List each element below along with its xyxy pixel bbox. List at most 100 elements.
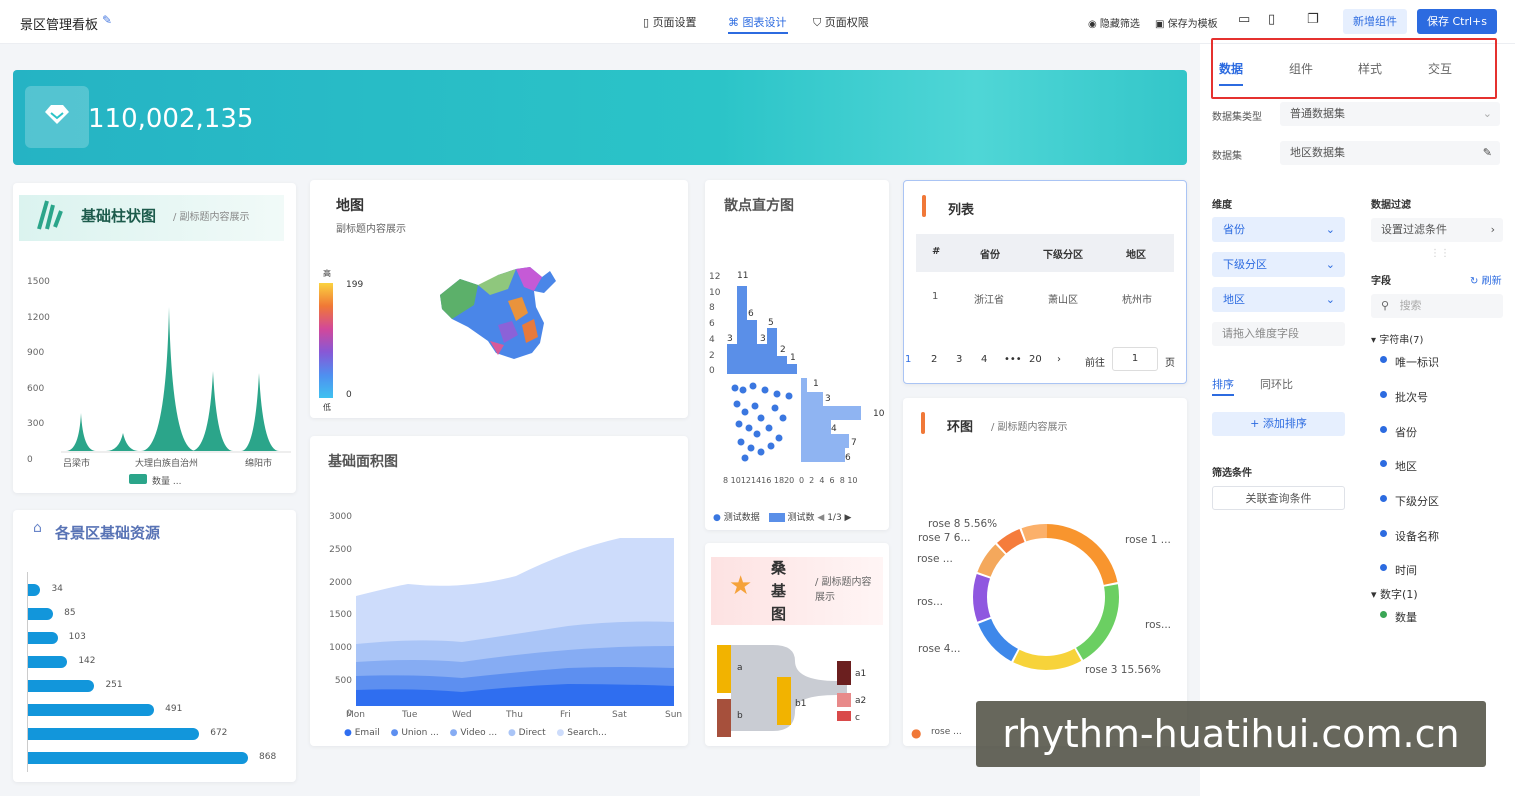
peak-5 bbox=[241, 373, 279, 451]
link-query-button[interactable]: 关联查询条件 bbox=[1212, 486, 1345, 510]
sankey-card[interactable]: ★ 桑基图 / 副标题内容展示 a b b1 a1 a2 c bbox=[705, 543, 889, 746]
diamond-icon bbox=[45, 105, 69, 124]
tab-style[interactable]: 样式 bbox=[1358, 60, 1382, 77]
card-title: 散点直方图 bbox=[724, 198, 794, 214]
diamond-icon-box bbox=[25, 86, 89, 148]
page-ellipsis[interactable]: ••• bbox=[1004, 354, 1022, 365]
dimension-dropzone[interactable]: 请拖入维度字段 bbox=[1212, 322, 1345, 346]
resource-bar bbox=[28, 680, 95, 692]
eye-icon: ◉ bbox=[1088, 19, 1100, 30]
field-item[interactable]: 时间 bbox=[1395, 562, 1417, 578]
peak-1 bbox=[66, 413, 96, 451]
area-legend: ● Email ● Union ... ● Video ... ● Direct… bbox=[344, 728, 607, 738]
copy-icon[interactable]: ❐ bbox=[1307, 12, 1319, 27]
dataset-type-select[interactable]: 普通数据集 ⌄ bbox=[1280, 102, 1500, 126]
field-item[interactable]: 设备名称 bbox=[1395, 528, 1439, 544]
highlight-box bbox=[1211, 38, 1497, 99]
active-nav-indicator bbox=[728, 32, 788, 34]
tab-data[interactable]: 数据 bbox=[1219, 60, 1243, 77]
china-map[interactable] bbox=[438, 265, 568, 380]
tab-sort[interactable]: 排序 bbox=[1212, 376, 1234, 392]
next-page-icon[interactable]: › bbox=[1057, 354, 1061, 365]
number-field-icon bbox=[1380, 611, 1387, 618]
kpi-banner: 110,002,135 bbox=[13, 70, 1187, 165]
add-sort-button[interactable]: + 添加排序 bbox=[1212, 412, 1345, 436]
scatter-histogram-card[interactable]: 散点直方图 12 10 8 6 4 2 0 3 11 6 3 5 2 1 1 3 10 bbox=[705, 180, 889, 530]
hide-filter-button[interactable]: ◉ 隐藏筛选 bbox=[1088, 15, 1140, 30]
add-component-button[interactable]: 新增组件 bbox=[1343, 9, 1407, 34]
page-1[interactable]: 1 bbox=[905, 354, 911, 365]
resource-bar bbox=[28, 752, 248, 764]
set-filter-button[interactable]: 设置过滤条件 › bbox=[1371, 218, 1503, 242]
save-button[interactable]: 保存 Ctrl+s bbox=[1417, 9, 1497, 34]
field-item[interactable]: 地区 bbox=[1395, 458, 1417, 474]
mobile-preview-icon[interactable]: ▯ bbox=[1268, 12, 1275, 27]
legend-high: 高 bbox=[323, 269, 331, 278]
bamboo-icon bbox=[37, 200, 63, 230]
string-field-icon bbox=[1380, 460, 1387, 467]
field-item[interactable]: 数量 bbox=[1395, 609, 1417, 625]
chevron-down-icon: ⌄ bbox=[1325, 223, 1335, 236]
legend-prev-icon[interactable]: ◀ bbox=[817, 513, 824, 523]
x-ticks-2: 0 2 4 6 8 10 bbox=[799, 476, 858, 485]
page-3[interactable]: 3 bbox=[956, 354, 962, 365]
card-subtitle: / 副标题内容展示 bbox=[815, 577, 872, 603]
dimension-subdistrict[interactable]: 下级分区 ⌄ bbox=[1212, 252, 1345, 277]
card-title: 地图 bbox=[336, 198, 364, 214]
resource-bar bbox=[28, 728, 200, 740]
field-item[interactable]: 省份 bbox=[1395, 424, 1417, 440]
resource-bar-label: 142 bbox=[78, 656, 96, 666]
card-subtitle: / 副标题内容展示 bbox=[991, 422, 1068, 433]
nav-page-settings[interactable]: ▯ 页面设置 bbox=[643, 14, 697, 30]
x-label-2: 大理白族自治州 bbox=[135, 459, 199, 469]
string-group[interactable]: ▾ 字符串(7) bbox=[1371, 331, 1423, 346]
title-accent bbox=[921, 412, 925, 434]
legend-dot: ● bbox=[713, 513, 721, 523]
scatter-legend: ● 测试数据 测试数 ◀ 1/3 ▶ bbox=[713, 513, 852, 523]
page-20[interactable]: 20 bbox=[1029, 354, 1042, 365]
chevron-down-icon: ⌄ bbox=[1325, 293, 1335, 306]
drag-handle-icon[interactable]: ⋮⋮ bbox=[1430, 248, 1450, 259]
map-card[interactable]: 地图 副标题内容展示 高 199 0 低 bbox=[310, 180, 688, 418]
legend-max: 199 bbox=[346, 280, 364, 290]
legend-swatch bbox=[129, 474, 147, 484]
tab-interaction[interactable]: 交互 bbox=[1428, 60, 1452, 77]
legend-min: 0 bbox=[346, 390, 352, 400]
save-template-button[interactable]: ▣ 保存为模板 bbox=[1155, 15, 1218, 30]
page-4[interactable]: 4 bbox=[981, 354, 987, 365]
field-item[interactable]: 下级分区 bbox=[1395, 493, 1439, 509]
resource-bar bbox=[28, 704, 155, 716]
nav-chart-design[interactable]: ⌘ 图表设计 bbox=[728, 14, 787, 30]
chevron-right-icon: › bbox=[1490, 223, 1495, 236]
field-item[interactable]: 唯一标识 bbox=[1395, 354, 1439, 370]
resource-card[interactable]: ⌂ 各景区基础资源 34 85 103 142 251 491 672 868 bbox=[13, 510, 296, 782]
map-legend-bar bbox=[319, 283, 333, 398]
table-card[interactable]: 列表 # 省份 下级分区 地区 1 浙江省 萧山区 杭州市 1 2 3 4 ••… bbox=[903, 180, 1187, 384]
donut-card[interactable]: 环图 / 副标题内容展示 rose 8 5.56% rose 7 6... ro… bbox=[903, 398, 1187, 746]
string-field-icon bbox=[1380, 495, 1387, 502]
dimension-region[interactable]: 地区 ⌄ bbox=[1212, 287, 1345, 312]
string-field-icon bbox=[1380, 564, 1387, 571]
dimension-province[interactable]: 省份 ⌄ bbox=[1212, 217, 1345, 242]
page-input[interactable]: 1 bbox=[1112, 347, 1158, 371]
donut-chart bbox=[973, 524, 1119, 670]
area-chart-card[interactable]: 基础面积图 3000 2500 2000 1500 1000 500 0 Mon Tue W… bbox=[310, 436, 688, 746]
basic-bar-card[interactable]: 基础柱状图 / 副标题内容展示 1500 1200 900 600 300 0 吕梁市 大… bbox=[13, 183, 296, 493]
sankey-chart bbox=[717, 645, 851, 737]
field-item[interactable]: 批次号 bbox=[1395, 389, 1428, 405]
tab-component[interactable]: 组件 bbox=[1289, 60, 1313, 77]
caret-down-icon: ▾ bbox=[1371, 588, 1377, 601]
refresh-button[interactable]: ↻ 刷新 bbox=[1470, 272, 1502, 287]
edit-title-icon[interactable]: ✎ bbox=[102, 13, 112, 27]
field-search-input[interactable]: ⚲ 搜索 bbox=[1371, 294, 1503, 318]
legend-next-icon[interactable]: ▶ bbox=[845, 513, 852, 523]
dataset-select[interactable]: 地区数据集 ✎ bbox=[1280, 141, 1500, 165]
number-group[interactable]: ▾ 数字(1) bbox=[1371, 586, 1418, 602]
desktop-preview-icon[interactable]: ▭ bbox=[1238, 12, 1250, 27]
page-2[interactable]: 2 bbox=[931, 354, 937, 365]
search-icon: ⚲ bbox=[1381, 299, 1390, 312]
y-axis: 3000 2500 2000 1500 1000 500 0 bbox=[329, 512, 352, 719]
tab-yoy[interactable]: 同环比 bbox=[1260, 376, 1293, 392]
nav-page-permissions[interactable]: ⛉ 页面权限 bbox=[813, 14, 869, 30]
peak-area-chart bbox=[61, 307, 291, 453]
